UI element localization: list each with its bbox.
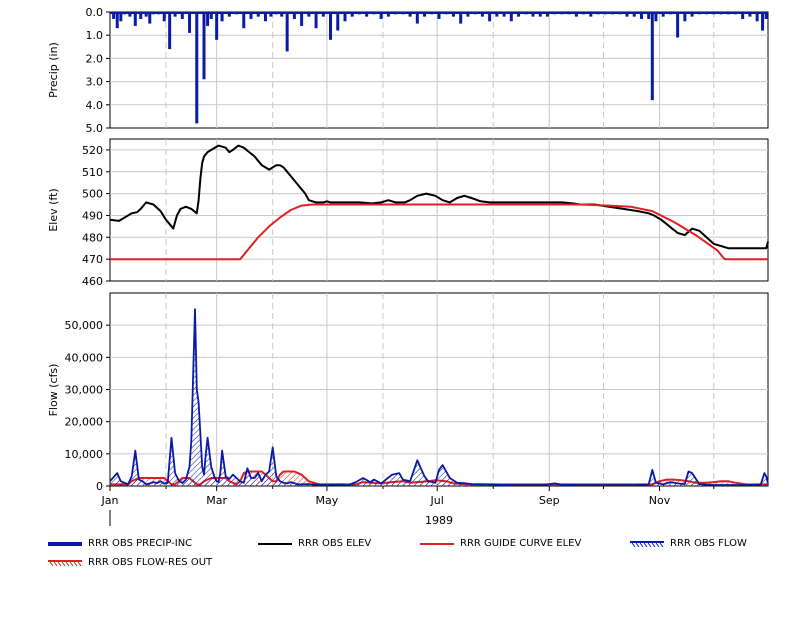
elev-ytick-label: 510 bbox=[82, 166, 103, 179]
precip-bar bbox=[206, 13, 210, 26]
precip-bar bbox=[195, 13, 199, 124]
precip-bar bbox=[263, 13, 267, 22]
precip-bar bbox=[168, 13, 172, 50]
flow-ytick-label: 0 bbox=[96, 480, 103, 493]
legend-label: RRR OBS PRECIP-INC bbox=[88, 538, 193, 549]
legend-swatch bbox=[420, 539, 454, 549]
precip-bar bbox=[488, 13, 492, 22]
flow-ytick-label: 10,000 bbox=[65, 448, 104, 461]
x-tick-label: Jul bbox=[430, 494, 444, 507]
precip-bar bbox=[162, 13, 166, 22]
precip-bar bbox=[761, 13, 765, 31]
precip-bar bbox=[314, 13, 318, 29]
precip-ytick-label: 1.0 bbox=[86, 29, 104, 42]
precip-bar bbox=[242, 13, 246, 29]
precip-ytick-label: 0.0 bbox=[86, 6, 104, 19]
elev-ytick-label: 520 bbox=[82, 144, 103, 157]
x-axis-year-label: 1989 bbox=[425, 514, 453, 527]
precip-bar bbox=[202, 13, 206, 80]
precip-bar bbox=[683, 13, 687, 22]
precip-plot-frame bbox=[109, 11, 769, 129]
precip-panel: 0.0 1.0 2.0 3.0 4.0 5.0 Precip (in) bbox=[47, 6, 769, 135]
legend-item: RRR OBS FLOW bbox=[630, 538, 747, 549]
legend-swatch bbox=[258, 539, 292, 549]
precip-bar bbox=[459, 13, 463, 24]
flow-ytick-label: 40,000 bbox=[65, 351, 104, 364]
legend-item: RRR GUIDE CURVE ELEV bbox=[420, 538, 581, 549]
precip-bar bbox=[188, 13, 192, 33]
legend-swatch bbox=[48, 558, 82, 568]
precip-bar bbox=[220, 13, 224, 22]
precip-bar bbox=[115, 13, 119, 29]
flow-ytick-label: 20,000 bbox=[65, 416, 104, 429]
precip-bar bbox=[119, 13, 123, 22]
precip-bar bbox=[148, 13, 152, 24]
legend-item: RRR OBS PRECIP-INC bbox=[48, 538, 192, 549]
elev-panel: 460 470 480 490 500 510 520 Elev (ft) bbox=[47, 138, 769, 288]
precip-ytick-label: 5.0 bbox=[86, 122, 104, 135]
precip-ytick-label: 4.0 bbox=[86, 99, 104, 112]
precip-bar bbox=[215, 13, 219, 40]
precip-bar bbox=[509, 13, 513, 22]
precip-bar bbox=[336, 13, 340, 31]
precip-bar bbox=[755, 13, 759, 22]
precip-bar bbox=[285, 13, 289, 52]
precip-bar bbox=[343, 13, 347, 22]
legend-swatch bbox=[48, 539, 82, 549]
precip-y-axis-label: Precip (in) bbox=[47, 42, 60, 98]
elev-ytick-label: 480 bbox=[82, 231, 103, 244]
chart-area: 0.0 1.0 2.0 3.0 4.0 5.0 Precip (in) 460 470 480… bbox=[47, 6, 769, 527]
legend-label: RRR OBS ELEV bbox=[298, 538, 372, 549]
precip-bar bbox=[329, 13, 333, 40]
flow-ytick-label: 30,000 bbox=[65, 384, 104, 397]
x-tick-label: Jan bbox=[101, 494, 119, 507]
precip-ytick-label: 2.0 bbox=[86, 52, 104, 65]
x-tick-label: Sep bbox=[539, 494, 560, 507]
elev-ytick-label: 460 bbox=[82, 275, 103, 288]
precip-bar bbox=[676, 13, 680, 38]
elev-ytick-label: 470 bbox=[82, 253, 103, 266]
elev-ytick-label: 500 bbox=[82, 188, 103, 201]
legend-label: RRR OBS FLOW-RES OUT bbox=[88, 557, 213, 568]
legend-label: RRR OBS FLOW bbox=[670, 538, 747, 549]
precip-bar bbox=[300, 13, 304, 26]
flow-panel: 0 10,000 20,000 30,000 40,000 50,000 Flow (cf… bbox=[47, 292, 769, 493]
precip-bar bbox=[133, 13, 137, 26]
legend-label: RRR GUIDE CURVE ELEV bbox=[460, 538, 582, 549]
precip-bar bbox=[654, 13, 658, 22]
legend-item: RRR OBS ELEV bbox=[258, 538, 371, 549]
elev-y-axis-label: Elev (ft) bbox=[47, 188, 60, 231]
x-tick-label: Mar bbox=[206, 494, 227, 507]
precip-bar bbox=[415, 13, 419, 24]
precip-bar bbox=[650, 13, 654, 101]
legend-item: RRR OBS FLOW-RES OUT bbox=[48, 557, 212, 568]
elev-ytick-label: 490 bbox=[82, 209, 103, 222]
x-tick-label: Nov bbox=[649, 494, 671, 507]
legend-swatch bbox=[630, 539, 664, 549]
flow-ytick-label: 50,000 bbox=[65, 319, 104, 332]
flow-y-axis-label: Flow (cfs) bbox=[47, 364, 60, 417]
precip-ytick-label: 3.0 bbox=[86, 76, 104, 89]
x-tick-label: May bbox=[316, 494, 339, 507]
